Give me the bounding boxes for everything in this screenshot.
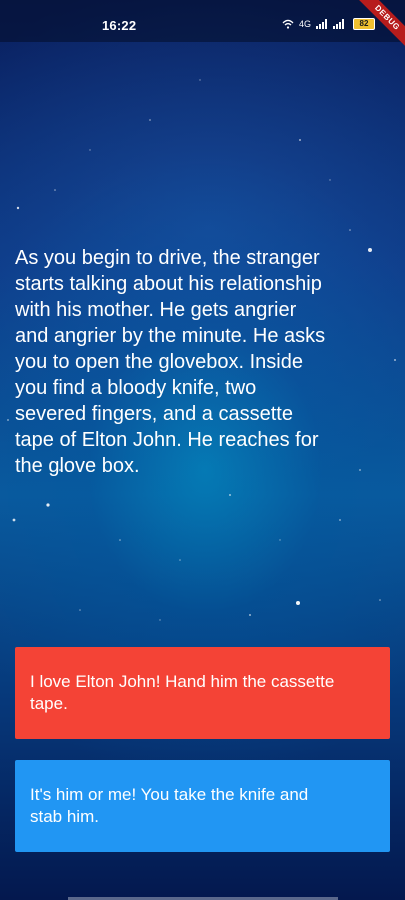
network-label: 4G — [298, 19, 311, 29]
wifi-icon — [282, 19, 294, 29]
signal-icon — [333, 19, 344, 29]
status-time: 16:22 — [102, 18, 137, 33]
choice-1-button[interactable]: I love Elton John! Hand him the cassette… — [15, 647, 390, 739]
signal-icon — [316, 19, 327, 29]
choice-2-button[interactable]: It's him or me! You take the knife and s… — [15, 760, 390, 852]
story-screen: 16:22 4G 82 DEBUG As you begin to drive,… — [0, 0, 405, 900]
story-text: As you begin to drive, the stranger star… — [15, 247, 326, 477]
status-icons: 4G 82 — [282, 18, 375, 30]
battery-icon: 82 — [353, 18, 375, 30]
status-bar: 16:22 4G 82 DEBUG — [0, 0, 405, 52]
